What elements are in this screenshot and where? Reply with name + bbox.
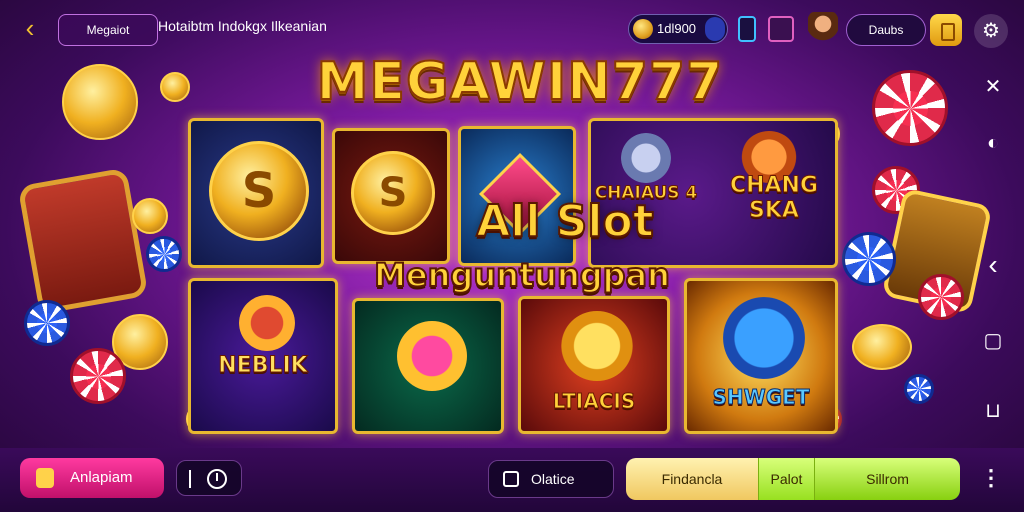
tab-sillrom[interactable]: Sillrom (814, 458, 960, 500)
blue-chip-decoration (904, 374, 934, 404)
character-icon (239, 295, 295, 351)
gold-coin-decoration (160, 72, 190, 102)
clock-icon (207, 469, 227, 489)
gold-coin-decoration (62, 64, 138, 140)
chevron-left-icon[interactable]: ‹ (978, 250, 1008, 280)
brand-tag-button[interactable]: Megaiot (58, 14, 158, 46)
close-icon[interactable]: ✕ (978, 72, 1008, 102)
edit-icon (503, 471, 519, 487)
primary-action-button[interactable]: Anlapiam (20, 458, 164, 498)
gold-coin-icon: S (209, 141, 309, 241)
red-chip-decoration (918, 274, 964, 320)
user-name-pill[interactable]: Daubs (846, 14, 926, 46)
box-icon[interactable]: ⊔ (978, 396, 1008, 426)
smiley-coin-icon (397, 321, 467, 391)
chevron-left-icon[interactable]: ‹ (16, 14, 44, 42)
deposit-button[interactable] (930, 14, 962, 46)
gift-icon[interactable] (768, 16, 794, 42)
game-tile[interactable]: S (188, 118, 324, 268)
top-bar: ‹ Megaiot Hotaibtm Indokgx Ilkeanian 1dl… (0, 0, 1024, 60)
category-tabs: Findancla Palot Sillrom (626, 458, 960, 500)
more-vertical-icon[interactable]: ⋮ (978, 460, 1004, 498)
treasure-chest-icon (17, 167, 149, 315)
game-tile[interactable]: LTIACIS (518, 296, 670, 434)
game-tile[interactable]: SHWGET (684, 278, 838, 434)
game-tile[interactable] (352, 298, 504, 434)
avatar[interactable] (808, 12, 838, 46)
character-icon (621, 133, 671, 183)
tab-findancla[interactable]: Findancla (626, 458, 758, 500)
cat-icon (723, 297, 805, 379)
blue-chip-decoration (842, 232, 896, 286)
red-chip-decoration (872, 70, 948, 146)
gold-coin-icon: S (351, 151, 435, 235)
gold-coin-decoration (132, 198, 168, 234)
game-tile[interactable]: NEBLIK (188, 278, 338, 434)
promo-headline: All Slot (475, 195, 655, 248)
square-icon[interactable]: ▢ (978, 326, 1008, 356)
game-name: SHWGET (712, 385, 810, 410)
divider (189, 470, 191, 488)
history-button[interactable] (176, 460, 242, 496)
promo-subheadline: Menguntungpan (373, 255, 671, 295)
coin-balance-value: 1dl900 (657, 21, 697, 36)
top-menu-text[interactable]: Hotaibtm Indokgx Ilkeanian (158, 18, 327, 34)
game-name: NEBLIK (218, 353, 308, 379)
profile-icon[interactable]: ◐ (978, 128, 1008, 158)
wallet-icon (36, 468, 54, 488)
bird-icon (561, 311, 633, 381)
gold-coin-decoration (852, 324, 912, 370)
wallet-icon[interactable] (738, 16, 756, 42)
online-button[interactable]: Olatice (488, 460, 614, 498)
red-chip-decoration (70, 348, 126, 404)
coin-balance[interactable]: 1dl900 (628, 14, 728, 44)
primary-action-label: Anlapiam (70, 469, 133, 486)
add-coin-button[interactable] (705, 17, 725, 41)
bottom-bar: Anlapiam Olatice Findancla Palot Sillrom… (0, 448, 1024, 512)
online-label: Olatice (531, 471, 575, 487)
game-name: LTIACIS (552, 389, 636, 414)
gear-icon[interactable]: ⚙ (974, 14, 1008, 48)
game-name: CHANG SKA (729, 173, 819, 224)
blue-chip-decoration (24, 300, 70, 346)
blue-chip-decoration (146, 236, 182, 272)
tab-palot[interactable]: Palot (758, 458, 814, 500)
brand-title: MEGAWIN777 (316, 51, 724, 113)
coin-icon (633, 19, 653, 39)
